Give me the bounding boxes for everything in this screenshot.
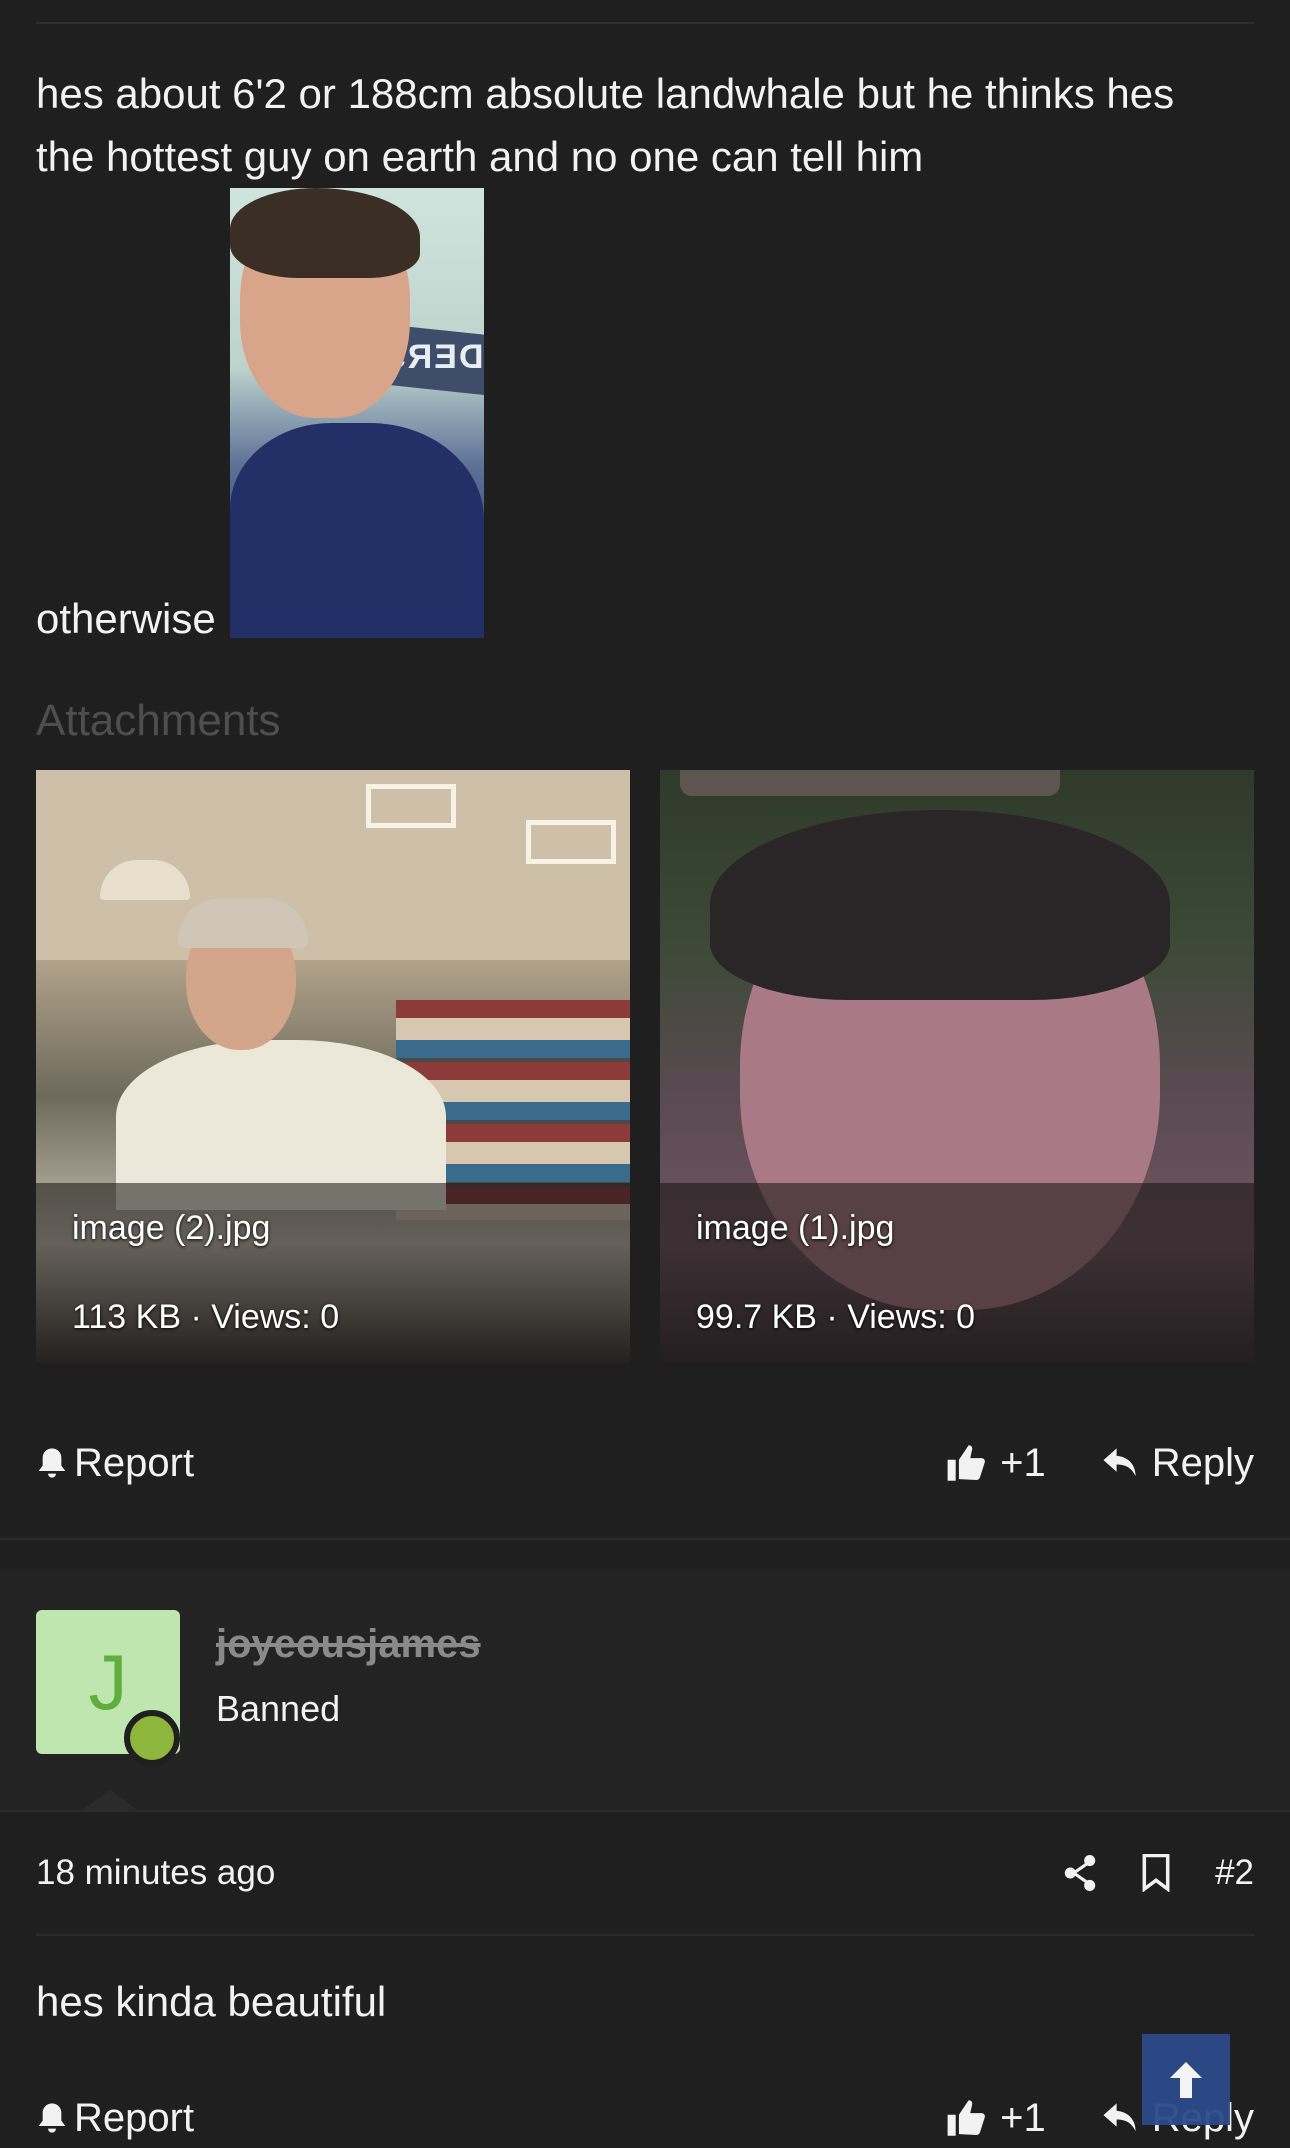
- post-number[interactable]: #2: [1215, 1853, 1254, 1893]
- reply-arrow-icon: [1103, 2103, 1136, 2132]
- ceiling-light: [366, 784, 456, 828]
- like-button[interactable]: +1: [946, 1441, 1046, 1486]
- report-label: Report: [74, 1440, 195, 1485]
- user-title: Banned: [216, 1688, 341, 1729]
- scroll-to-top-button[interactable]: [1142, 2034, 1230, 2125]
- photo-top-bar: [680, 770, 1060, 796]
- attachment-meta: 113 KB · Views: 0: [72, 1298, 340, 1336]
- arrow-up-icon: [1170, 2061, 1202, 2098]
- thumbs-up-icon: [947, 1445, 986, 1481]
- meta-separator: [36, 1934, 1254, 1936]
- attachments-heading: Attachments: [36, 696, 281, 745]
- attachment-filename[interactable]: image (1).jpg: [696, 1209, 894, 1248]
- photo-person-hair: [229, 188, 420, 278]
- report-button[interactable]: Report: [36, 2096, 194, 2141]
- user-info-block: J joyeousjames Banned: [0, 1570, 1290, 1812]
- post-body-text: hes about 6'2 or 188cm absolute landwhal…: [36, 70, 1175, 180]
- inline-photo[interactable]: DERSHI: [229, 188, 484, 638]
- post-actions: Report +1 Reply: [36, 1433, 1254, 1493]
- like-count: +1: [1000, 2095, 1046, 2140]
- post-body-text: hes kinda beautiful: [36, 1978, 387, 2025]
- bell-icon: [38, 2103, 66, 2133]
- post-meta-row: 18 minutes ago #2: [36, 1848, 1254, 1898]
- post-inline-word: otherwise: [36, 595, 216, 642]
- post-inline-content: otherwise DERSHI: [36, 188, 484, 642]
- thumbs-up-icon: [947, 2100, 986, 2136]
- bell-icon: [38, 1448, 66, 1478]
- avatar-letter: J: [88, 1637, 128, 1726]
- person-hair: [710, 810, 1170, 1000]
- online-status-dot: [124, 1710, 180, 1766]
- attachment-meta: 99.7 KB · Views: 0: [696, 1298, 976, 1336]
- user-block-separator: [0, 1810, 1290, 1812]
- report-button[interactable]: Report: [36, 1441, 194, 1486]
- like-count: +1: [1000, 1440, 1046, 1485]
- attachment-thumbnail[interactable]: image (1).jpg 99.7 KB · Views: 0: [660, 770, 1254, 1363]
- reply-button[interactable]: Reply: [1102, 1441, 1254, 1486]
- top-divider: [36, 22, 1254, 24]
- attachment-thumbnail[interactable]: image (2).jpg 113 KB · Views: 0: [36, 770, 630, 1363]
- share-icon[interactable]: [1063, 1855, 1097, 1891]
- attachment-filename[interactable]: image (2).jpg: [72, 1209, 270, 1248]
- photo-person-shirt: [229, 423, 484, 638]
- report-label: Report: [74, 2095, 195, 2140]
- reply-label: Reply: [1151, 1440, 1254, 1485]
- like-button[interactable]: +1: [946, 2096, 1046, 2141]
- ceiling-light: [526, 820, 616, 864]
- post-actions: Report +1 Reply: [36, 2088, 1254, 2148]
- reply-arrow-icon: [1103, 1448, 1136, 1477]
- post-separator: [0, 1538, 1290, 1540]
- username[interactable]: joyeousjames: [216, 1622, 481, 1667]
- user-block-pointer: [80, 1790, 140, 1812]
- bookmark-icon[interactable]: [1141, 1854, 1171, 1892]
- post-timestamp[interactable]: 18 minutes ago: [36, 1853, 275, 1893]
- person-cap: [178, 898, 308, 948]
